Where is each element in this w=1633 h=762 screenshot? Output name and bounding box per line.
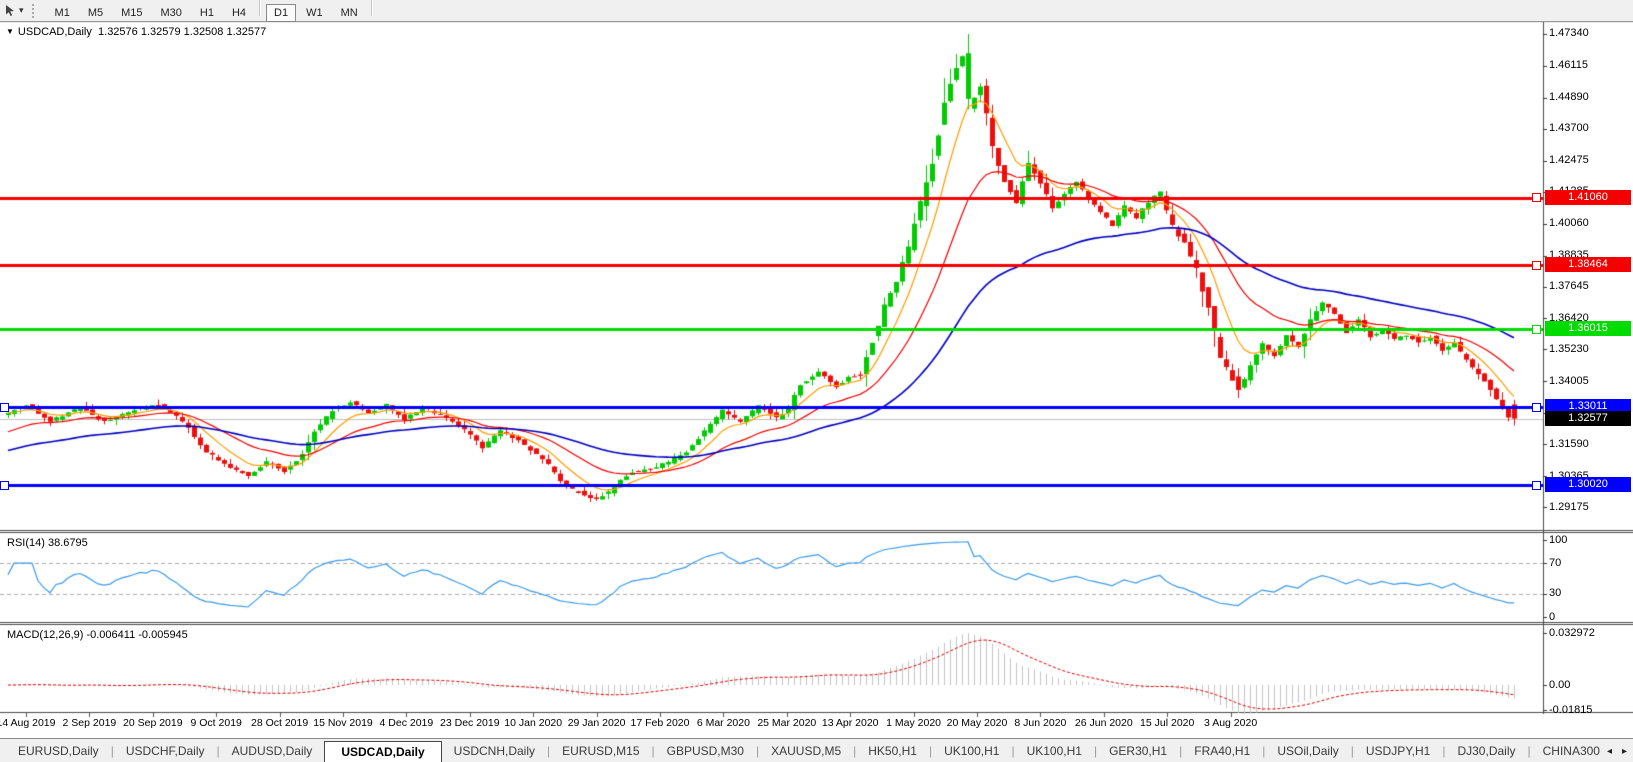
timeframe-button-m30[interactable]: M30 [153, 4, 190, 22]
tab-eurusd-m15[interactable]: EURUSD,M15 [550, 740, 651, 762]
date-axis-label: 23 Dec 2019 [440, 717, 500, 729]
tab-scroll-arrows: ◂ ▸ [1601, 739, 1633, 762]
price-axis-tick: 1.44890 [1549, 91, 1589, 104]
hline-axis-handle[interactable] [1532, 193, 1541, 203]
date-axis-label: 25 Mar 2020 [757, 717, 817, 729]
date-axis-label: 8 Jun 2020 [1014, 717, 1067, 729]
tab-fra40-h1[interactable]: FRA40,H1 [1182, 740, 1262, 762]
date-axis-label: 9 Oct 2019 [190, 717, 242, 729]
date-axis-label: 10 Jan 2020 [504, 717, 563, 729]
tab-usdjpy-h1[interactable]: USDJPY,H1 [1354, 740, 1442, 762]
symbol-dropdown-icon[interactable]: ▼ [6, 27, 14, 36]
hline-axis-handle[interactable] [1532, 480, 1541, 490]
date-axis-label: 14 Aug 2019 [0, 717, 56, 729]
date-axis-label: 3 Aug 2020 [1204, 717, 1258, 729]
tabs-list: EURUSD,Daily | USDCHF,Daily | AUDUSD,Daily US… [0, 739, 1601, 762]
hline-edge-handle[interactable] [0, 402, 9, 412]
current-price-label: 1.32577 [1545, 411, 1631, 427]
tab-uk100-h1[interactable]: UK100,H1 [932, 740, 1011, 762]
timeframe-button-d1[interactable]: D1 [266, 3, 297, 22]
date-axis-label: 13 Apr 2020 [821, 717, 879, 729]
toolbar: ▾ M1 M5 M15 M30 H1 H4 D1 W1 MN [0, 0, 1633, 22]
timeframe-button-mn[interactable]: MN [333, 4, 366, 22]
rsi-axis-tick: 70 [1549, 556, 1562, 569]
toolbar-divider [370, 0, 373, 16]
rsi-axis-tick: 0 [1549, 610, 1556, 623]
price-axis-tick: 1.42475 [1549, 154, 1589, 167]
hline-edge-handle[interactable] [0, 480, 9, 490]
chart-title-ohlc: 1.32576 1.32579 1.32508 1.32577 [98, 26, 267, 38]
macd-indicator-label: MACD(12,26,9) -0.006411 -0.005945 [7, 629, 188, 641]
tab-china300-h4[interactable]: CHINA300,H4 [1531, 740, 1601, 762]
caret-down-icon[interactable]: ▾ [19, 5, 24, 16]
price-line-label[interactable]: 1.36015 [1545, 321, 1631, 336]
tab-scroll-left-button[interactable]: ◂ [1607, 746, 1612, 757]
tab-usdcad-daily[interactable]: USDCAD,Daily [324, 740, 442, 762]
price-axis-tick: 1.47340 [1549, 27, 1589, 40]
price-axis-tick: 1.35230 [1549, 342, 1589, 355]
chart-tab-bar: EURUSD,Daily | USDCHF,Daily | AUDUSD,Daily US… [0, 738, 1633, 762]
tab-uk100-h1[interactable]: UK100,H1 [1015, 740, 1094, 762]
timeframe-button-h4[interactable]: H4 [224, 4, 254, 22]
hline-axis-handle[interactable] [1532, 402, 1541, 412]
timeframe-button-m1[interactable]: M1 [47, 4, 78, 22]
macd-axis-tick: 0.032972 [1549, 626, 1595, 639]
date-axis-label: 1 May 2020 [886, 717, 942, 729]
date-axis-label: 29 Jan 2020 [567, 717, 626, 729]
date-axis-label: 15 Nov 2019 [313, 717, 373, 729]
rsi-indicator-label: RSI(14) 38.6795 [7, 537, 88, 549]
timeframe-button-w1[interactable]: W1 [298, 4, 331, 22]
tab-usdchf-daily[interactable]: USDCHF,Daily [114, 740, 217, 762]
timeframe-button-group: M1 M5 M15 M30 H1 H4 D1 W1 MN [46, 0, 377, 22]
tab-dj30-daily[interactable]: DJ30,Daily [1445, 740, 1527, 762]
price-axis-tick: 1.29175 [1549, 500, 1589, 513]
rsi-axis-tick: 100 [1549, 533, 1568, 546]
price-axis-tick: 1.40060 [1549, 217, 1589, 230]
tab-audusd-daily[interactable]: AUDUSD,Daily [220, 740, 325, 762]
macd-axis-tick: -0.01815 [1549, 703, 1593, 716]
date-axis-label: 20 Sep 2019 [123, 717, 183, 729]
date-axis-label: 6 Mar 2020 [696, 717, 750, 729]
price-axis-tick: 1.37645 [1549, 280, 1589, 293]
price-axis-tick: 1.31590 [1549, 437, 1589, 450]
tab-ger30-h1[interactable]: GER30,H1 [1097, 740, 1179, 762]
tab-hk50-h1[interactable]: HK50,H1 [856, 740, 929, 762]
tab-eurusd-daily[interactable]: EURUSD,Daily [6, 740, 111, 762]
tab-xauusd-m5[interactable]: XAUUSD,M5 [759, 740, 853, 762]
cursor-arrow-icon [6, 5, 14, 16]
timeframe-button-m15[interactable]: M15 [113, 4, 150, 22]
cursor-tool-icon[interactable]: ▾ [0, 2, 28, 20]
date-axis-label: 26 Jun 2020 [1074, 717, 1133, 729]
macd-axis-tick: 0.00 [1549, 678, 1571, 691]
timeframe-button-m5[interactable]: M5 [80, 4, 111, 22]
price-axis-tick: 1.43700 [1549, 122, 1589, 135]
mt4-window: ▾ M1 M5 M15 M30 H1 H4 D1 W1 MN ▼ USDCAD,Daily 1.3… [0, 0, 1633, 762]
date-axis-label: 4 Dec 2019 [379, 717, 434, 729]
chart-title: ▼ USDCAD,Daily 1.32576 1.32579 1.32508 1.… [6, 26, 266, 38]
date-axis-label: 28 Oct 2019 [250, 717, 309, 729]
price-axis-tick: 1.34005 [1549, 374, 1589, 387]
hline-axis-handle[interactable] [1532, 260, 1541, 270]
date-axis-label: 17 Feb 2020 [630, 717, 690, 729]
chart-canvas[interactable] [0, 0, 1633, 762]
hline-axis-handle[interactable] [1532, 324, 1541, 334]
price-line-label[interactable]: 1.38464 [1545, 257, 1631, 273]
price-line-label[interactable]: 1.30020 [1545, 477, 1631, 493]
tab-usdcnh-daily[interactable]: USDCNH,Daily [442, 740, 547, 762]
tab-gbpusd-m30[interactable]: GBPUSD,M30 [655, 740, 756, 762]
toolbar-divider [259, 0, 262, 16]
date-axis-label: 15 Jul 2020 [1140, 717, 1195, 729]
tab-scroll-right-button[interactable]: ▸ [1622, 746, 1627, 757]
rsi-axis-tick: 30 [1549, 587, 1562, 600]
chart-title-symbol: USDCAD,Daily [17, 26, 92, 38]
price-line-label[interactable]: 1.41060 [1545, 189, 1631, 205]
date-axis-label: 2 Sep 2019 [62, 717, 117, 729]
toolbar-grip[interactable] [31, 3, 40, 18]
tab-usoil-daily[interactable]: USOil,Daily [1265, 740, 1350, 762]
price-axis-tick: 1.46115 [1549, 59, 1588, 72]
date-axis-label: 20 May 2020 [946, 717, 1008, 729]
timeframe-button-h1[interactable]: H1 [192, 4, 222, 22]
